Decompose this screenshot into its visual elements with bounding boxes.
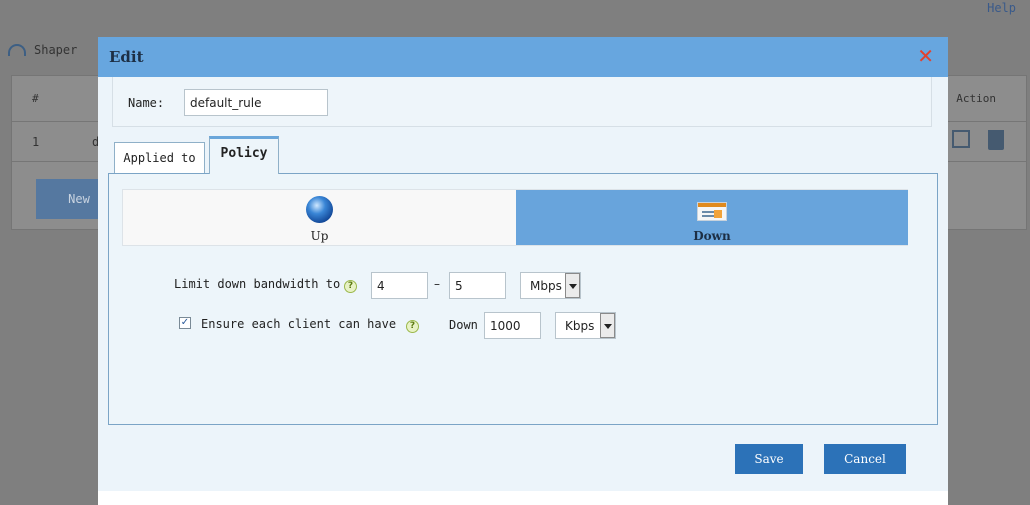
dialog-header: Edit ✕ <box>98 37 948 77</box>
ensure-unit-value: Kbps <box>565 319 595 333</box>
shaper-label: Shaper <box>34 43 78 57</box>
direction-down-label: Down <box>693 229 731 243</box>
edit-dialog: Edit ✕ Name: Applied to Policy Up Down L… <box>98 37 948 505</box>
ensure-checkbox[interactable]: ✓ <box>179 317 191 329</box>
name-label: Name: <box>128 96 165 110</box>
policy-panel: Up Down Limit down bandwidth to ? – Mbps… <box>108 173 938 425</box>
tab-policy[interactable]: Policy <box>209 136 279 174</box>
direction-up-button[interactable]: Up <box>123 190 516 245</box>
limit-unit-value: Mbps <box>530 279 562 293</box>
dropdown-arrow-icon <box>565 273 580 298</box>
limit-unit-select[interactable]: Mbps <box>520 272 581 299</box>
limit-bandwidth-label: Limit down bandwidth to <box>174 277 341 291</box>
help-icon[interactable]: ? <box>406 320 419 333</box>
ensure-down-input[interactable] <box>484 312 541 339</box>
row-number: 1 <box>32 135 40 149</box>
ensure-down-label: Down <box>449 318 478 332</box>
range-separator: – <box>434 277 440 291</box>
ensure-unit-select[interactable]: Kbps <box>555 312 616 339</box>
save-button[interactable]: Save <box>735 444 803 474</box>
trash-icon <box>988 130 1004 150</box>
dialog-title: Edit <box>109 48 144 66</box>
download-card-icon <box>697 202 727 221</box>
edit-icon <box>952 130 970 148</box>
direction-selector: Up Down <box>122 189 908 246</box>
help-icon[interactable]: ? <box>344 280 357 293</box>
dialog-footer-strip <box>98 491 948 505</box>
name-section: Name: <box>112 77 932 127</box>
direction-up-label: Up <box>310 229 329 243</box>
limit-max-input[interactable] <box>449 272 506 299</box>
close-icon[interactable]: ✕ <box>917 44 934 68</box>
gauge-icon <box>8 44 26 56</box>
ensure-label: Ensure each client can have <box>201 317 397 331</box>
shaper-heading: Shaper <box>8 43 77 57</box>
dropdown-arrow-icon <box>600 313 615 338</box>
hash-column-header: # <box>32 92 39 105</box>
direction-down-button[interactable]: Down <box>516 190 908 245</box>
help-link: Help <box>987 1 1016 15</box>
action-column-header: Action <box>956 92 996 105</box>
cancel-button[interactable]: Cancel <box>824 444 906 474</box>
globe-icon <box>306 196 333 223</box>
limit-min-input[interactable] <box>371 272 428 299</box>
tab-applied-to[interactable]: Applied to <box>114 142 205 174</box>
name-input[interactable] <box>184 89 328 116</box>
